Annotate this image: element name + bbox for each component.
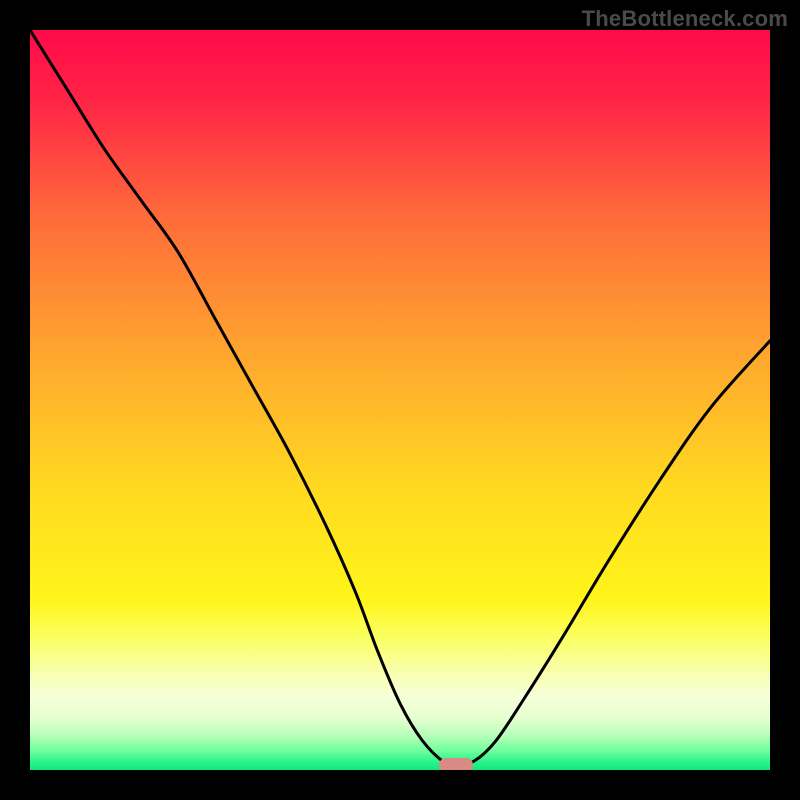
optimum-marker bbox=[439, 758, 473, 770]
attribution-text: TheBottleneck.com bbox=[582, 6, 788, 32]
gradient-background bbox=[30, 30, 770, 770]
plot-area bbox=[30, 30, 770, 770]
chart-frame: TheBottleneck.com bbox=[0, 0, 800, 800]
plot-svg bbox=[30, 30, 770, 770]
